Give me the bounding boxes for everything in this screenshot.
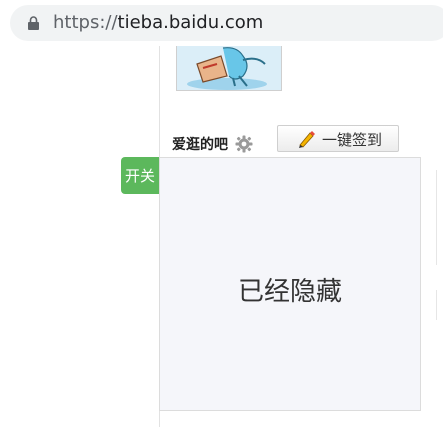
toggle-switch-button[interactable]: 开关 <box>121 157 159 194</box>
right-divider <box>436 170 437 265</box>
sign-button-label: 一键签到 <box>322 131 383 149</box>
right-divider-lower <box>436 290 437 320</box>
pencil-icon <box>299 131 315 148</box>
url-scheme: https:// <box>53 12 118 33</box>
url-text[interactable]: https://tieba.baidu.com <box>53 11 263 35</box>
url-host: tieba.baidu.com <box>117 12 264 33</box>
panel-title: 爱逛的吧 <box>172 137 228 153</box>
gear-icon[interactable] <box>235 135 253 153</box>
cartoon-illustration <box>177 46 281 90</box>
lock-icon <box>28 16 39 30</box>
address-bar: https://tieba.baidu.com <box>0 0 443 46</box>
forum-thumbnail[interactable] <box>176 46 282 91</box>
hidden-content-panel: 已经隐藏 <box>159 157 421 411</box>
one-click-sign-button[interactable]: 一键签到 <box>277 125 399 152</box>
hidden-message: 已经隐藏 <box>237 277 342 307</box>
